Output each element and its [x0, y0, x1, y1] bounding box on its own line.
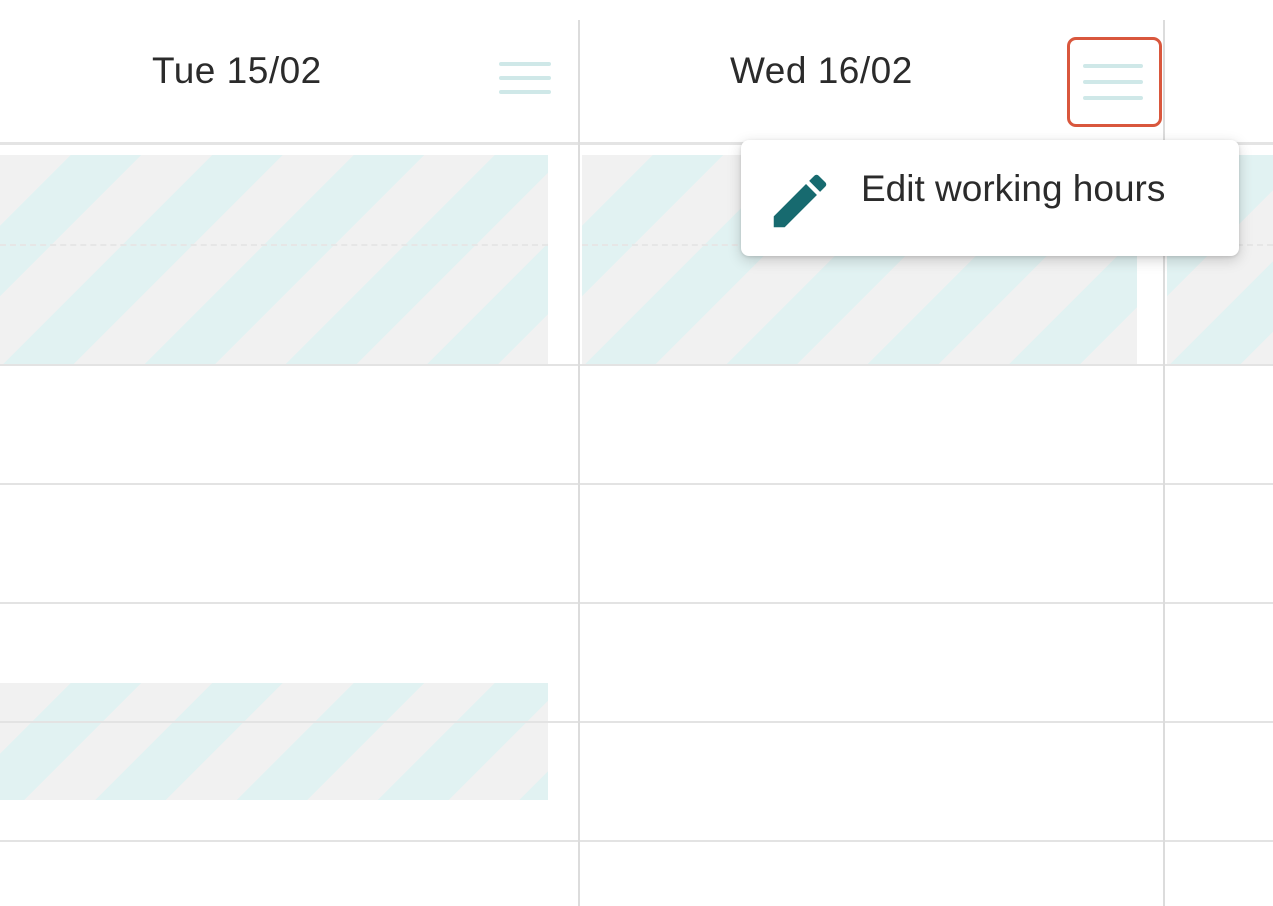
- row-divider: [0, 602, 1273, 604]
- row-divider: [0, 483, 1273, 485]
- day-menu-button-wed[interactable]: [1067, 37, 1162, 127]
- unavailable-block-tue-afternoon: [0, 683, 548, 800]
- day-header-tue: Tue 15/02: [152, 50, 322, 91]
- menu-item-label: Edit working hours: [861, 168, 1166, 209]
- day-header-wed: Wed 16/02: [730, 50, 913, 91]
- pencil-icon: [765, 166, 835, 236]
- row-divider: [0, 721, 1273, 723]
- row-divider: [0, 840, 1273, 842]
- day-menu-button-tue[interactable]: [494, 52, 556, 108]
- day-context-menu: Edit working hours: [741, 140, 1239, 256]
- unavailable-block-tue-morning: [0, 155, 548, 364]
- calendar-header: Tue 15/02 Wed 16/02: [0, 0, 1273, 143]
- column-divider: [578, 20, 580, 906]
- row-divider: [0, 364, 1273, 366]
- menu-item-edit-working-hours[interactable]: Edit working hours: [741, 140, 1239, 256]
- calendar-week-view: Tue 15/02 Wed 16/02 Edit working hours: [0, 0, 1273, 906]
